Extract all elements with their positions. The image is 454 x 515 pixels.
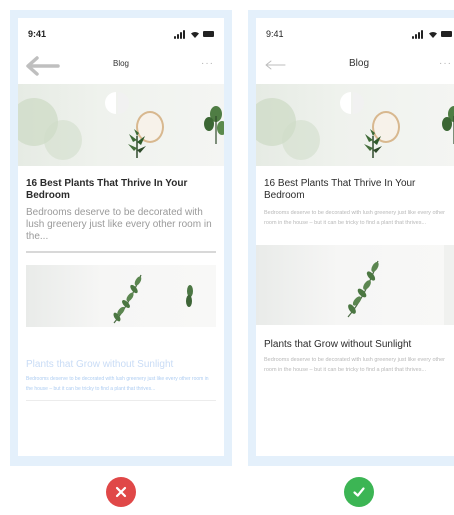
checkmark-icon bbox=[344, 477, 374, 507]
cross-icon bbox=[106, 477, 136, 507]
nav-bar: Blog ··· bbox=[256, 48, 454, 84]
plant-illustration bbox=[113, 274, 142, 324]
plant-illustration bbox=[128, 129, 146, 158]
nav-title: Blog bbox=[112, 59, 129, 68]
plant-illustration bbox=[442, 106, 454, 144]
plant-illustration bbox=[186, 285, 193, 307]
wifi-icon bbox=[429, 31, 437, 38]
article-excerpt: Bedrooms deserve to be decorated with lu… bbox=[264, 356, 445, 373]
nav-bar: Blog ··· bbox=[18, 48, 224, 84]
article-thumbnail[interactable] bbox=[256, 244, 454, 325]
phone-screen-bad: 9:41 Blog ··· 16 Best Plants That Thrive… bbox=[18, 18, 224, 456]
divider bbox=[26, 251, 216, 253]
battery-icon bbox=[203, 31, 214, 37]
phone-screen-good: 9:41 Blog ··· 16 Best Plants That Thrive… bbox=[256, 18, 454, 456]
status-bar: 9:41 bbox=[18, 18, 224, 48]
battery-icon bbox=[441, 31, 452, 37]
signal-icon bbox=[174, 29, 188, 39]
article-hero-image[interactable] bbox=[18, 84, 224, 166]
status-bar: 9:41 bbox=[256, 18, 454, 48]
bad-example-panel: 9:41 Blog ··· 16 Best Plants That Thrive… bbox=[10, 10, 232, 466]
nav-title: Blog bbox=[348, 58, 369, 69]
status-icons bbox=[174, 29, 214, 39]
article-excerpt: Bedrooms deserve to be decorated with lu… bbox=[26, 376, 209, 392]
article-title[interactable]: 16 Best Plants That Thrive In Your Bedro… bbox=[256, 166, 454, 202]
status-time: 9:41 bbox=[28, 29, 47, 39]
article-excerpt: Bedrooms deserve to be decorated with lu… bbox=[26, 207, 212, 242]
more-options-icon[interactable]: ··· bbox=[439, 58, 452, 69]
plant-illustration bbox=[204, 106, 224, 144]
status-icons bbox=[412, 29, 452, 39]
plant-illustration bbox=[364, 129, 382, 158]
article-title[interactable]: Plants that Grow without Sunlight bbox=[256, 339, 454, 351]
article-thumbnail[interactable] bbox=[26, 265, 216, 327]
article-title[interactable]: Plants that Grow without Sunlight bbox=[18, 359, 224, 371]
article-hero-image[interactable] bbox=[256, 84, 454, 166]
good-example-panel: 9:41 Blog ··· 16 Best Plants That Thrive… bbox=[248, 10, 454, 466]
plant-illustration bbox=[347, 260, 379, 318]
signal-icon bbox=[412, 29, 426, 39]
status-time: 9:41 bbox=[266, 29, 284, 39]
divider bbox=[26, 400, 216, 401]
wifi-icon bbox=[191, 31, 199, 38]
article-excerpt: Bedrooms deserve to be decorated with lu… bbox=[264, 210, 445, 226]
article-title[interactable]: 16 Best Plants That Thrive In Your Bedro… bbox=[18, 166, 224, 202]
more-options-icon[interactable]: ··· bbox=[201, 58, 214, 69]
